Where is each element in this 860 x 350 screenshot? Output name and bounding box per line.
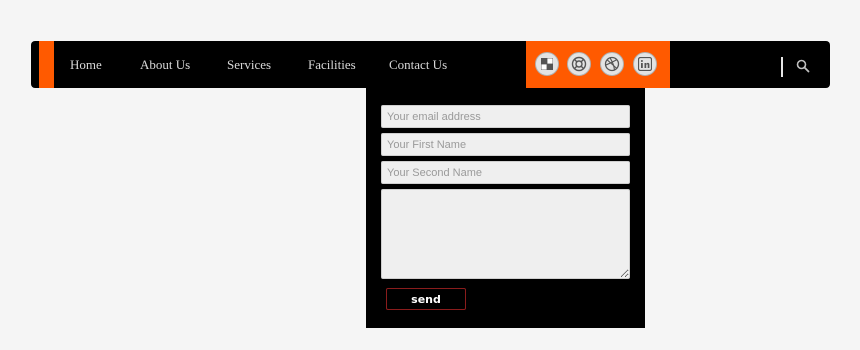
navbar: Home About Us Services Facilities Contac…: [31, 41, 830, 88]
search-icon[interactable]: [796, 59, 810, 73]
nav-divider: [781, 57, 783, 77]
linkedin-icon[interactable]: [633, 52, 657, 76]
lifebuoy-icon[interactable]: [567, 52, 591, 76]
send-button[interactable]: send: [386, 288, 466, 310]
nav-item-services[interactable]: Services: [227, 57, 271, 73]
social-panel: [526, 41, 670, 88]
nav-item-facilities[interactable]: Facilities: [308, 57, 356, 73]
nav-item-home[interactable]: Home: [70, 57, 102, 73]
contact-form: send: [366, 88, 645, 328]
second-name-field[interactable]: [381, 161, 630, 184]
email-field[interactable]: [381, 105, 630, 128]
first-name-field[interactable]: [381, 133, 630, 156]
nav-item-contact-us[interactable]: Contact Us: [389, 57, 447, 73]
delicious-icon[interactable]: [535, 52, 559, 76]
dribbble-icon[interactable]: [600, 52, 624, 76]
accent-stripe: [39, 41, 54, 88]
message-textarea[interactable]: [381, 189, 630, 279]
nav-item-about-us[interactable]: About Us: [140, 57, 190, 73]
